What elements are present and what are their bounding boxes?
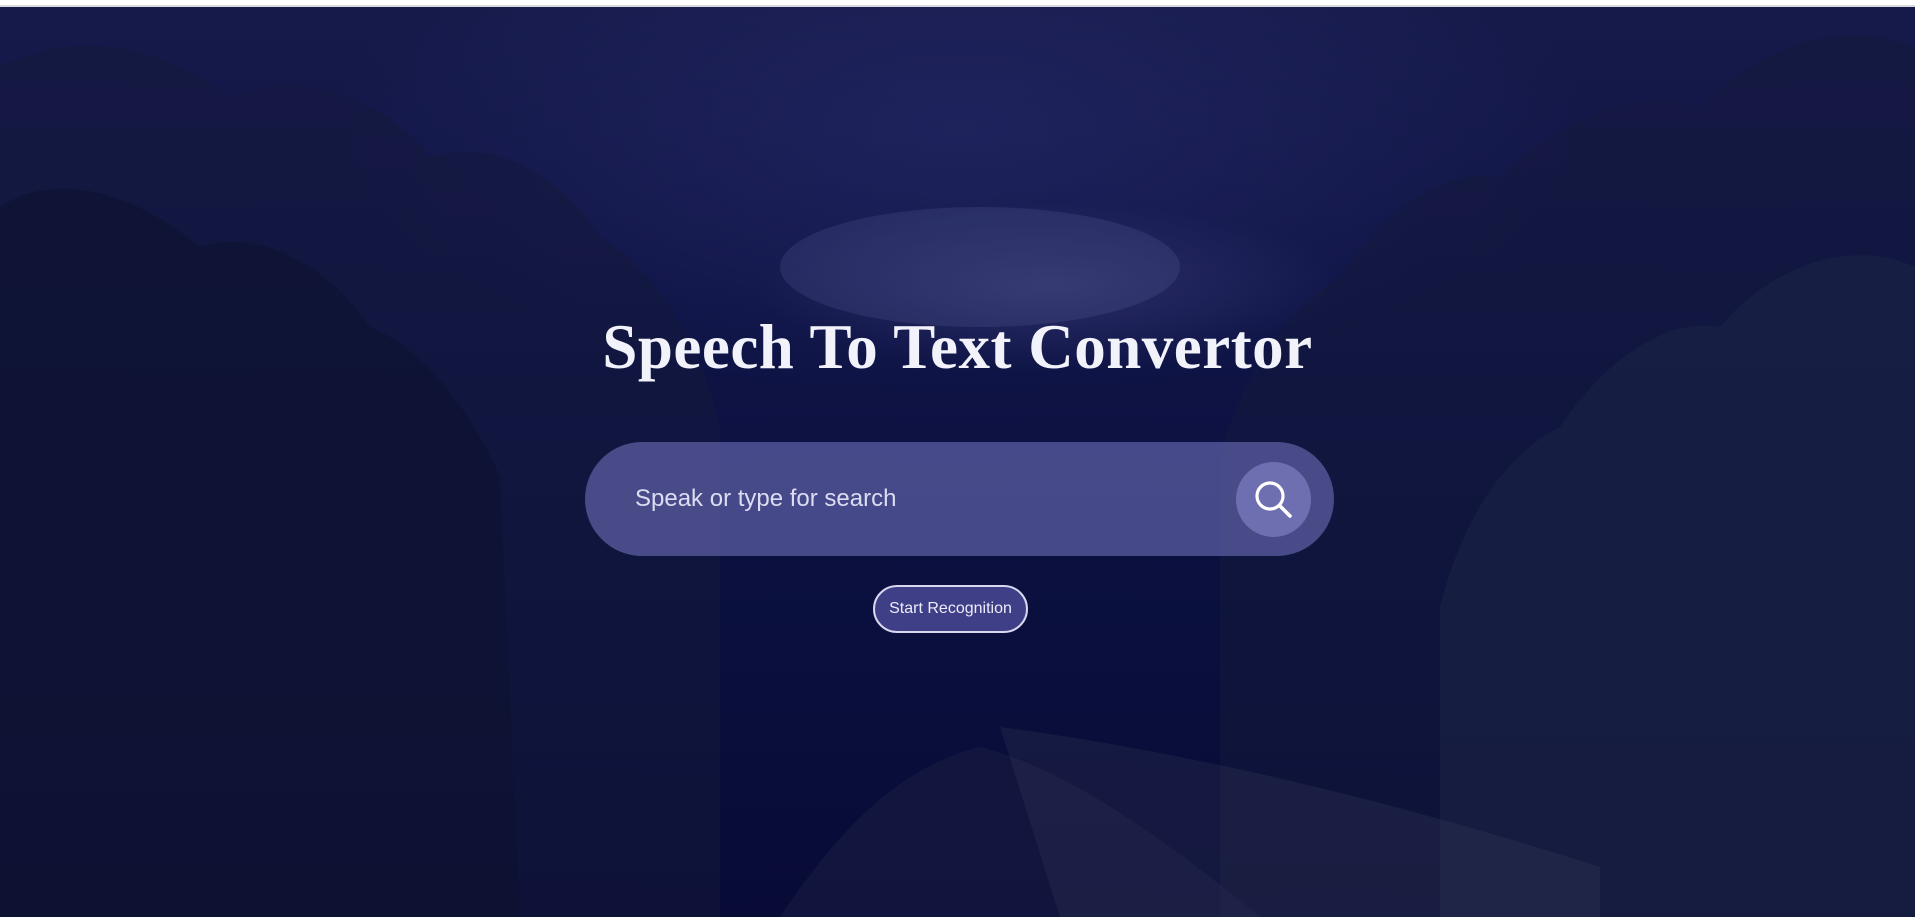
page-title: Speech To Text Convertor <box>602 312 1313 382</box>
start-recognition-button[interactable]: Start Recognition <box>873 585 1028 633</box>
hero-section: Speech To Text Convertor Start Recogniti… <box>0 7 1915 917</box>
search-input[interactable] <box>635 474 1195 524</box>
search-icon <box>1254 480 1292 518</box>
search-button[interactable] <box>1236 462 1311 537</box>
search-bar <box>585 442 1334 556</box>
page-background: Speech To Text Convertor Start Recogniti… <box>0 7 1915 917</box>
